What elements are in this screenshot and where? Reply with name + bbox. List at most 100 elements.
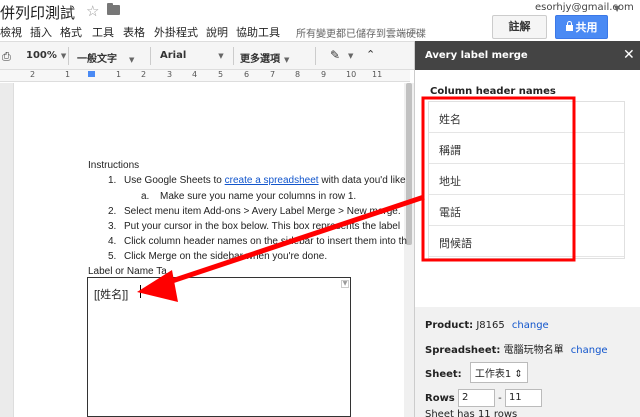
product-label: Product: [425,320,474,331]
menu-insert[interactable]: 插入 [30,24,52,40]
step-1: Use Google Sheets to create a spreadshee… [124,175,406,186]
zoom-value: 100% [26,50,57,61]
font-select[interactable]: Arial ▼ [160,50,224,61]
step-number: 1. [108,175,117,186]
share-button[interactable]: 共用 [555,15,608,39]
text-cursor [140,285,141,298]
column-item[interactable]: 姓名 [429,102,624,133]
column-item[interactable]: 地址 [429,164,624,195]
comments-button[interactable]: 註解 [492,15,547,39]
ruler-number: 5 [218,70,224,79]
box-menu-icon[interactable]: ▼ [341,280,349,288]
chevron-down-icon: ▼ [129,56,135,64]
ruler-number: 1 [116,70,122,79]
toolbar: ⎙ 100% ▼ 一般文字 ▼ Arial ▼ 更多選項 ▼ ✎ ▼ ⌃ [0,41,414,70]
product-value: J8165 [476,320,505,331]
select-arrows-icon: ⇕ [514,369,523,380]
more-options-button[interactable]: 更多選項 ▼ [240,50,289,65]
sheet-row-count: Sheet has 11 rows [425,409,518,417]
column-item[interactable]: 稱謂 [429,133,624,164]
rows-to-input[interactable]: 11 [504,389,542,407]
step-number: a. [141,191,150,202]
zoom-select[interactable]: 100% ▼ [26,50,66,61]
more-options-label: 更多選項 [240,54,280,65]
ruler-number: 4 [192,70,198,79]
toolbar-divider [150,47,151,65]
chevron-down-icon[interactable]: ▼ [344,50,353,61]
rows-separator: - [498,393,502,404]
sidebar-header: Avery label merge ✕ [415,41,640,70]
instructions-heading: Instructions [88,160,140,171]
document-title[interactable]: 併列印測試 [0,2,75,23]
column-item[interactable]: 電話 [429,195,624,226]
step-number: 5. [108,251,117,262]
ruler-number: 9 [321,70,327,79]
menu-tools[interactable]: 工具 [92,24,114,40]
font-value: Arial [160,50,187,61]
menu-table[interactable]: 表格 [123,24,145,40]
step-number: 3. [108,221,117,232]
product-change-link[interactable]: change [512,320,549,331]
label-template-box[interactable]: [[姓名]] [87,277,351,417]
spreadsheet-line: Spreadsheet: 電腦玩物名單 change [425,341,608,356]
menu-addons[interactable]: 外掛程式 [154,24,198,40]
merge-settings-panel: Product: J8165 change Spreadsheet: 電腦玩物名… [415,307,640,417]
app-window: 併列印測試 ☆ esorhjy@gmail.com ▼ 檢視 插入 格式 工具 … [0,0,640,417]
print-icon[interactable]: ⎙ [2,50,11,64]
lock-icon [565,21,573,31]
chevron-down-icon: ▼ [218,52,224,60]
column-item[interactable]: 問候語 [429,226,624,257]
ruler-number: 1 [65,70,71,79]
toolbar-divider [233,47,234,65]
step-4: Click column header names on the sidebar… [124,236,407,247]
style-select[interactable]: 一般文字 ▼ [77,50,134,65]
chevron-down-icon: ▼ [60,52,67,60]
ruler-number: 3 [167,70,173,79]
step-number: 4. [108,236,117,247]
label-template-heading: Label or Name Ta [88,266,167,277]
spreadsheet-label: Spreadsheet: [425,345,501,356]
chevron-down-icon: ▼ [284,56,290,64]
addon-sidebar: Avery label merge ✕ Column header names … [414,41,640,417]
ruler-number: 8 [295,70,301,79]
folder-icon[interactable] [107,3,120,15]
close-icon[interactable]: ✕ [623,47,635,63]
menu-accessibility[interactable]: 協助工具 [236,24,280,40]
column-header-label: Column header names [430,86,556,97]
style-value: 一般文字 [77,54,117,65]
scrollbar-thumb[interactable] [406,83,412,245]
share-button-label: 共用 [575,21,598,34]
menu-help[interactable]: 說明 [206,24,228,40]
sheet-line: Sheet: 工作表1 ⇕ [425,362,528,383]
indent-marker[interactable] [88,71,95,77]
ruler-number: 2 [30,70,36,79]
star-icon[interactable]: ☆ [86,2,99,20]
step-1-suffix: with data you'd like [321,175,406,186]
ruler[interactable]: 2 1 1 2 3 4 5 6 7 8 9 10 11 [0,70,410,82]
sheet-select[interactable]: 工作表1 ⇕ [469,362,528,383]
ruler-number: 10 [346,70,357,79]
sidebar-title: Avery label merge [425,50,528,61]
ruler-number: 2 [141,70,147,79]
ruler-number: 6 [244,70,250,79]
rows-from-input[interactable]: 2 [457,389,495,407]
spreadsheet-value: 電腦玩物名單 [503,345,564,356]
ruler-number: 7 [270,70,276,79]
pen-icon[interactable]: ✎ [330,48,340,62]
spreadsheet-change-link[interactable]: change [571,345,608,356]
step-1a: Make sure you name your columns in row 1… [160,191,357,202]
rows-line: Rows 2 - 11 [425,389,542,407]
save-status: 所有變更都已儲存到雲端硬碟 [296,29,426,40]
rows-label: Rows [425,393,455,404]
merge-field-token[interactable]: [[姓名]] [94,286,128,302]
menu-format[interactable]: 格式 [60,24,82,40]
menu-view[interactable]: 檢視 [0,24,22,40]
toolbar-divider [315,47,316,65]
column-header-list: 姓名 稱謂 地址 電話 問候語 [428,101,625,259]
sheet-select-value: 工作表1 [474,369,512,380]
collapse-toolbar-icon[interactable]: ⌃ [366,48,375,61]
step-5: Click Merge on the sidebar when you're d… [124,251,328,262]
create-spreadsheet-link[interactable]: create a spreadsheet [225,175,319,186]
ruler-number: 11 [372,70,383,79]
account-caret-icon[interactable]: ▼ [614,4,620,13]
